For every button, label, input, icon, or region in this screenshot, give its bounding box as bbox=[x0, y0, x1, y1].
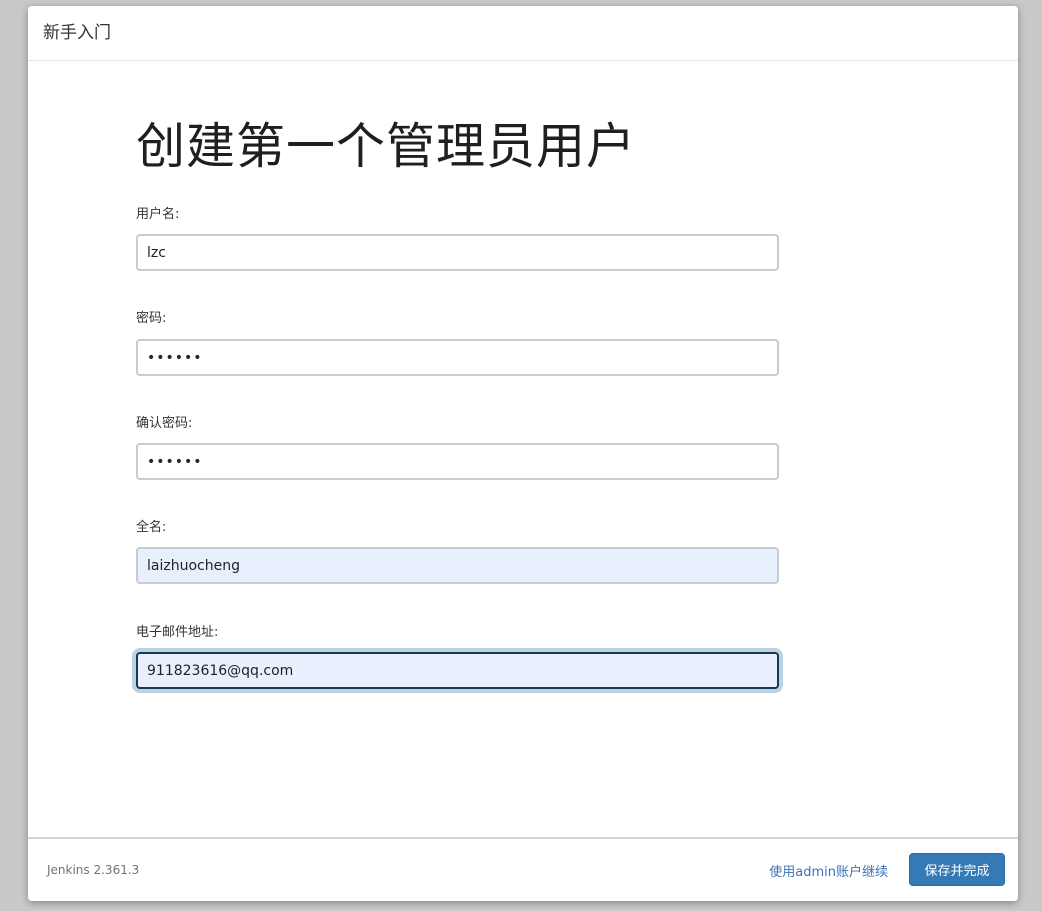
dialog-header: 新手入门 bbox=[28, 6, 1018, 61]
password-input[interactable] bbox=[136, 339, 779, 376]
dialog-footer: Jenkins 2.361.3 使用admin账户继续 保存并完成 bbox=[28, 837, 1018, 901]
email-label: 电子邮件地址: bbox=[136, 625, 219, 640]
confirm-password-input[interactable] bbox=[136, 443, 779, 480]
dialog-body: 创建第一个管理员用户 用户名: 密码: 确认密码: 全名: 电子邮件地址: bbox=[28, 61, 1018, 837]
confirm-password-label: 确认密码: bbox=[136, 416, 193, 431]
email-input[interactable] bbox=[136, 652, 779, 689]
fullname-input[interactable] bbox=[136, 547, 779, 584]
setup-wizard-dialog: 新手入门 创建第一个管理员用户 用户名: 密码: 确认密码: 全名: 电子邮件地… bbox=[28, 6, 1018, 901]
page-title: 创建第一个管理员用户 bbox=[136, 118, 637, 175]
save-and-finish-button[interactable]: 保存并完成 bbox=[909, 853, 1005, 886]
password-label: 密码: bbox=[136, 311, 167, 326]
fullname-label: 全名: bbox=[136, 520, 167, 535]
continue-as-admin-link[interactable]: 使用admin账户继续 bbox=[769, 861, 888, 880]
username-label: 用户名: bbox=[136, 207, 180, 222]
version-label: Jenkins 2.361.3 bbox=[47, 863, 140, 877]
dialog-title: 新手入门 bbox=[43, 23, 111, 43]
username-input[interactable] bbox=[136, 234, 779, 271]
